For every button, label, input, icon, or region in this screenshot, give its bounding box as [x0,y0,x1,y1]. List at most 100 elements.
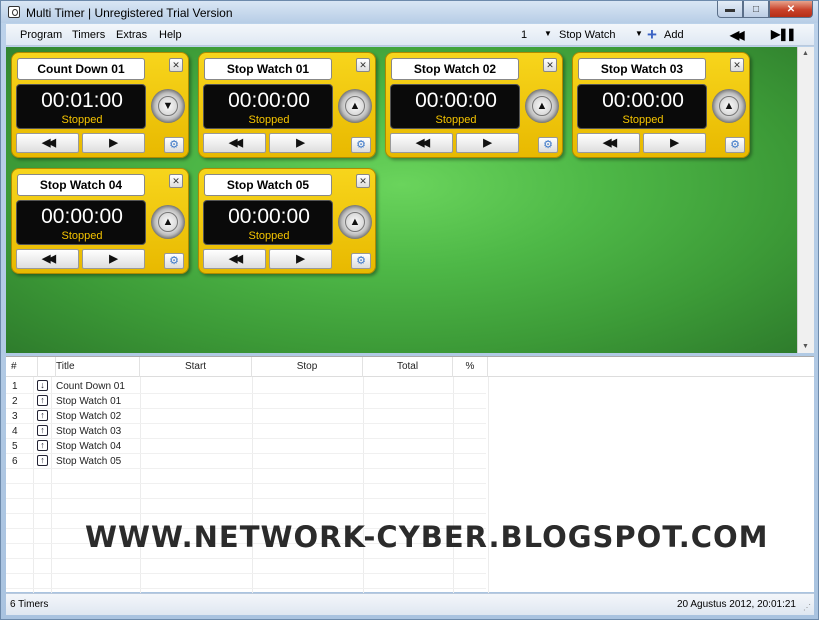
gear-icon[interactable]: ⚙ [725,137,745,153]
rewind-all-icon[interactable]: ◀◀ [730,28,745,42]
timer-display: 00:00:00 Stopped [16,200,146,245]
timer-direction-icon: ↑ [37,455,48,466]
direction-toggle-button[interactable]: ▼ [151,89,185,123]
direction-toggle-button[interactable]: ▲ [338,205,372,239]
remove-timer-close-icon[interactable]: ✕ [356,174,370,188]
direction-toggle-button[interactable]: ▲ [712,89,746,123]
remove-timer-close-icon[interactable]: ✕ [169,58,183,72]
row-title: Stop Watch 02 [56,411,122,422]
table-row[interactable]: 3 ↑ Stop Watch 02 [6,409,814,424]
grid-line [6,498,486,499]
timer-time: 00:00:00 [415,89,497,112]
grid-line [6,453,486,454]
reset-button[interactable]: ◀◀ [203,133,266,153]
timer-title-field[interactable]: Stop Watch 03 [578,58,706,80]
add-timer-button[interactable]: Add [664,29,684,41]
direction-arrow-icon: ▲ [345,96,365,116]
direction-toggle-button[interactable]: ▲ [151,205,185,239]
timer-direction-icon: ↓ [37,380,48,391]
timer-title-field[interactable]: Count Down 01 [17,58,145,80]
column-header-percent[interactable]: % [453,357,488,377]
timer-title-field[interactable]: Stop Watch 04 [17,174,145,196]
remove-timer-close-icon[interactable]: ✕ [543,58,557,72]
timer-display: 00:00:00 Stopped [203,200,333,245]
gear-icon[interactable]: ⚙ [351,137,371,153]
grid-line [6,408,486,409]
play-pause-all-icon[interactable]: ▶❚❚ [771,27,796,41]
timer-direction-icon: ↑ [37,395,48,406]
start-button[interactable]: ▶ [269,249,332,269]
start-button[interactable]: ▶ [643,133,706,153]
table-row[interactable]: 1 ↓ Count Down 01 [6,379,814,394]
timer-app-icon[interactable] [8,6,20,18]
timer-list: # Title Start Stop Total % 1 ↓ Count Down … [6,356,814,593]
timer-card: Stop Watch 02 ✕ 00:00:00 Stopped ▲ ◀◀ ▶ ⚙ [385,52,563,158]
column-header-title[interactable]: Title [56,357,140,377]
start-button[interactable]: ▶ [82,249,145,269]
scroll-up-icon[interactable]: ▲ [802,50,809,57]
direction-arrow-icon: ▼ [158,96,178,116]
timer-title-field[interactable]: Stop Watch 01 [204,58,332,80]
menu-help[interactable]: Help [159,29,182,41]
chevron-down-icon[interactable]: ▼ [544,29,552,38]
table-row[interactable]: 5 ↑ Stop Watch 04 [6,439,814,454]
title-bar[interactable]: Multi Timer | Unregistered Trial Version… [1,1,818,23]
timer-time: 00:00:00 [602,89,684,112]
timer-direction-icon: ↑ [37,440,48,451]
menu-bar: Program Timers Extras Help 1 ▼ Stop Watc… [6,24,814,46]
column-header-total[interactable]: Total [363,357,453,377]
minimize-button[interactable]: ▬ [717,1,743,18]
row-number: 3 [12,411,18,422]
direction-toggle-button[interactable]: ▲ [525,89,559,123]
direction-toggle-button[interactable]: ▲ [338,89,372,123]
column-header-number[interactable]: # [11,357,38,377]
timer-board: Count Down 01 ✕ 00:01:00 Stopped ▼ ◀◀ ▶ ⚙ Stop W… [6,47,797,353]
table-row[interactable]: 2 ↑ Stop Watch 01 [6,394,814,409]
table-row[interactable]: 6 ↑ Stop Watch 05 [6,454,814,469]
remove-timer-close-icon[interactable]: ✕ [169,174,183,188]
start-button[interactable]: ▶ [82,133,145,153]
row-number: 6 [12,456,18,467]
reset-button[interactable]: ◀◀ [16,133,79,153]
remove-timer-close-icon[interactable]: ✕ [730,58,744,72]
timer-direction-icon: ↑ [37,410,48,421]
start-button[interactable]: ▶ [269,133,332,153]
column-header-stop[interactable]: Stop [252,357,363,377]
row-number: 5 [12,441,18,452]
chevron-down-icon[interactable]: ▼ [635,29,643,38]
window-controls: ▬ □ ✕ [717,1,813,18]
timer-title-field[interactable]: Stop Watch 05 [204,174,332,196]
gear-icon[interactable]: ⚙ [164,253,184,269]
maximize-button[interactable]: □ [743,1,769,18]
menu-timers[interactable]: Timers [72,29,105,41]
timer-title-field[interactable]: Stop Watch 02 [391,58,519,80]
timer-count-status: 6 Timers [10,599,49,610]
timer-type-select[interactable]: Stop Watch [559,29,615,41]
reset-button[interactable]: ◀◀ [16,249,79,269]
reset-button[interactable]: ◀◀ [203,249,266,269]
reset-button[interactable]: ◀◀ [390,133,453,153]
grid-line [6,588,486,589]
timer-count-select[interactable]: 1 [521,29,527,41]
menu-extras[interactable]: Extras [116,29,147,41]
timer-card: Stop Watch 04 ✕ 00:00:00 Stopped ▲ ◀◀ ▶ ⚙ [11,168,189,274]
timer-direction-icon: ↑ [37,425,48,436]
timer-board-scrollbar[interactable]: ▲ ▼ [797,47,814,353]
remove-timer-close-icon[interactable]: ✕ [356,58,370,72]
gear-icon[interactable]: ⚙ [538,137,558,153]
close-button[interactable]: ✕ [769,1,813,18]
resize-grip-icon[interactable]: ⋰ [803,603,811,612]
direction-arrow-icon: ▲ [719,96,739,116]
menu-program[interactable]: Program [20,29,62,41]
table-row[interactable]: 4 ↑ Stop Watch 03 [6,424,814,439]
reset-button[interactable]: ◀◀ [577,133,640,153]
gear-icon[interactable]: ⚙ [164,137,184,153]
gear-icon[interactable]: ⚙ [351,253,371,269]
column-header-icon[interactable] [38,357,56,377]
scroll-down-icon[interactable]: ▼ [802,343,809,350]
row-title: Stop Watch 01 [56,396,122,407]
column-header-start[interactable]: Start [140,357,252,377]
start-button[interactable]: ▶ [456,133,519,153]
plus-icon[interactable]: + [647,25,657,45]
timer-time: 00:00:00 [228,89,310,112]
